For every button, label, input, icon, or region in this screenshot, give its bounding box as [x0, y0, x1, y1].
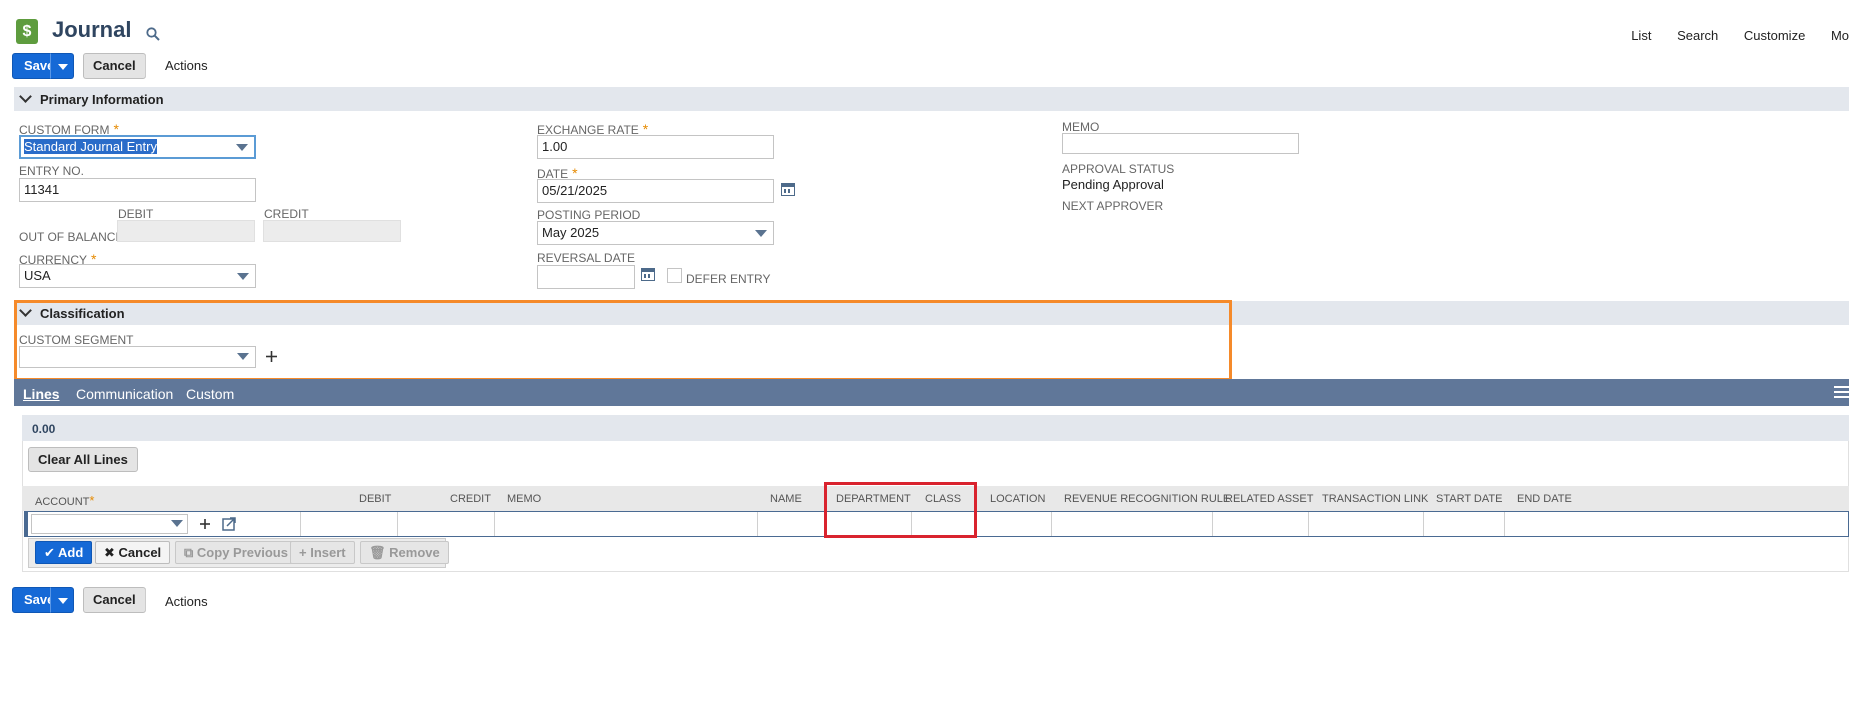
tab-communication[interactable]: Communication: [76, 386, 173, 402]
top-nav-links: List Search Customize Mo: [1609, 28, 1849, 43]
close-icon: ✖: [104, 545, 115, 560]
defer-entry-label: DEFER ENTRY: [686, 272, 771, 286]
cell-divider: [757, 512, 758, 536]
search-icon[interactable]: [146, 27, 160, 41]
dropdown-arrow-icon: [755, 230, 767, 237]
department-class-highlight-box: [824, 482, 977, 538]
toolbar-divider: [145, 589, 146, 611]
reversal-date-field[interactable]: [537, 265, 635, 289]
plus-icon[interactable]: [199, 518, 211, 530]
entry-no-label: ENTRY NO.: [19, 164, 84, 178]
footer-actions-menu[interactable]: Actions: [165, 594, 208, 609]
credit-label: CREDIT: [264, 207, 309, 221]
cell-divider: [1051, 512, 1052, 536]
cell-divider: [300, 512, 301, 536]
add-line-button[interactable]: ✔ Add: [35, 541, 93, 564]
column-revenue-recognition-rule: REVENUE RECOGNITION RULE: [1064, 493, 1231, 505]
defer-entry-checkbox[interactable]: [667, 268, 682, 283]
dropdown-arrow-icon: [237, 273, 249, 280]
plus-icon: +: [299, 545, 307, 560]
nav-link-search[interactable]: Search: [1677, 28, 1718, 43]
posting-period-value: May 2025: [542, 225, 600, 240]
checkmark-icon: ✔: [44, 545, 55, 560]
tab-lines[interactable]: Lines: [23, 386, 60, 402]
open-external-icon[interactable]: [222, 517, 236, 531]
posting-period-label: POSTING PERIOD: [537, 208, 641, 222]
tab-custom[interactable]: Custom: [186, 386, 234, 402]
cell-divider: [1423, 512, 1424, 536]
footer-cancel-button[interactable]: Cancel: [83, 587, 146, 613]
copy-icon: ⧉: [184, 545, 194, 560]
copy-previous-button[interactable]: ⧉ Copy Previous: [175, 541, 297, 564]
out-of-balance-debit: [117, 220, 255, 242]
column-debit: DEBIT: [359, 493, 392, 505]
entry-no-field[interactable]: 11341: [19, 178, 256, 202]
chevron-down-icon: [58, 598, 68, 604]
memo-field[interactable]: [1062, 133, 1299, 154]
subtab-bar: [14, 379, 1849, 406]
footer-save-options-dropdown[interactable]: [50, 587, 74, 613]
column-start-date: START DATE: [1436, 493, 1503, 505]
column-related-asset: RELATED ASSET: [1225, 493, 1314, 505]
custom-form-select[interactable]: Standard Journal Entry: [19, 135, 256, 159]
date-field[interactable]: 05/21/2025: [537, 179, 774, 203]
column-name: NAME: [770, 493, 802, 505]
list-view-icon[interactable]: [1834, 386, 1849, 399]
out-of-balance-credit: [263, 220, 401, 242]
cell-divider: [1212, 512, 1213, 536]
currency-value: USA: [24, 268, 51, 283]
memo-label: MEMO: [1062, 120, 1100, 134]
reversal-date-label: REVERSAL DATE: [537, 251, 636, 265]
calendar-icon[interactable]: [641, 268, 655, 281]
cancel-button[interactable]: Cancel: [83, 53, 146, 79]
toolbar-divider: [145, 55, 146, 77]
trash-icon: 🗑: [369, 545, 386, 560]
currency-select[interactable]: USA: [19, 264, 256, 288]
lines-total-bar: [22, 415, 1849, 441]
cell-divider: [1504, 512, 1505, 536]
cell-divider: [1308, 512, 1309, 536]
nav-link-more[interactable]: Mo: [1831, 28, 1849, 43]
required-asterisk-icon: *: [89, 493, 95, 508]
posting-period-select[interactable]: May 2025: [537, 221, 774, 245]
journal-logo-icon: $: [16, 19, 38, 44]
save-options-dropdown[interactable]: [50, 53, 74, 79]
exchange-rate-field[interactable]: 1.00: [537, 135, 774, 159]
cell-divider: [397, 512, 398, 536]
insert-line-button[interactable]: + Insert: [290, 541, 355, 564]
primary-information-title: Primary Information: [40, 92, 164, 107]
nav-link-list[interactable]: List: [1631, 28, 1651, 43]
approval-status-value: Pending Approval: [1062, 177, 1164, 192]
next-approver-label: NEXT APPROVER: [1062, 199, 1164, 213]
column-account: ACCOUNT*: [35, 493, 95, 508]
cell-divider: [494, 512, 495, 536]
classification-highlight-box: [14, 300, 1232, 381]
lines-total-value: 0.00: [32, 422, 56, 436]
account-select[interactable]: [31, 514, 188, 534]
column-end-date: END DATE: [1517, 493, 1572, 505]
approval-status-label: APPROVAL STATUS: [1062, 162, 1175, 176]
chevron-down-icon: [58, 64, 68, 70]
debit-label: DEBIT: [118, 207, 154, 221]
remove-line-button[interactable]: 🗑 Remove: [360, 541, 449, 564]
cancel-line-button[interactable]: ✖ Cancel: [95, 541, 171, 564]
column-credit: CREDIT: [450, 493, 491, 505]
primary-information-header[interactable]: [14, 87, 1849, 111]
calendar-icon[interactable]: [781, 183, 795, 196]
column-location: LOCATION: [990, 493, 1046, 505]
column-transaction-link: TRANSACTION LINK: [1322, 493, 1429, 505]
custom-form-value: Standard Journal Entry: [24, 139, 157, 154]
actions-menu[interactable]: Actions: [165, 58, 208, 73]
column-memo: MEMO: [507, 493, 542, 505]
dropdown-arrow-icon: [171, 520, 183, 527]
dropdown-arrow-icon: [236, 144, 248, 151]
clear-all-lines-button[interactable]: Clear All Lines: [28, 447, 138, 472]
nav-link-customize[interactable]: Customize: [1744, 28, 1805, 43]
page-title: Journal: [52, 17, 132, 42]
